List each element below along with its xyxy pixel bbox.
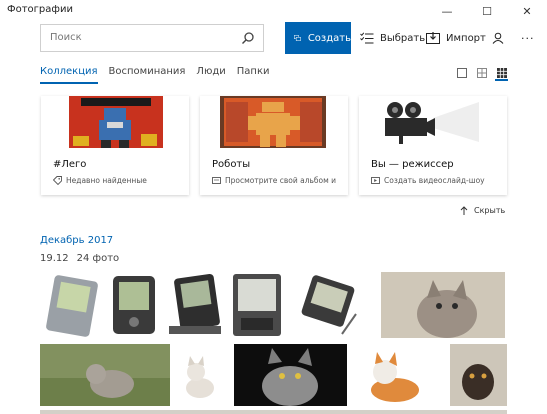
photo-tile[interactable] <box>227 272 288 338</box>
card-subtitle-text: Создать видеослайд-шоу <box>384 176 485 185</box>
photo-tile[interactable] <box>450 344 507 406</box>
day-header: 19.12 24 фото <box>40 253 119 264</box>
small-tiles-icon <box>496 67 507 78</box>
maximize-button[interactable]: ☐ <box>467 0 507 22</box>
import-button[interactable]: Импорт <box>426 22 486 54</box>
person-icon <box>492 32 504 44</box>
lego-card[interactable]: #Лего Недавно найденные <box>41 96 189 195</box>
director-card[interactable]: Вы — режиссер Создать видеослайд-шоу <box>359 96 507 195</box>
medium-tiles-icon <box>476 67 487 78</box>
photo-tile[interactable] <box>234 344 347 406</box>
photo-tile[interactable] <box>381 272 505 338</box>
import-label: Импорт <box>446 32 486 44</box>
close-button[interactable]: ✕ <box>507 0 547 22</box>
album-icon <box>212 177 221 184</box>
more-icon: ··· <box>521 31 535 45</box>
tab-people[interactable]: Люди <box>196 66 225 84</box>
minimize-button[interactable]: — <box>427 0 467 22</box>
import-icon <box>426 32 440 44</box>
tab-folders[interactable]: Папки <box>237 66 270 84</box>
photo-tile[interactable] <box>40 344 170 406</box>
day-date: 19.12 <box>40 253 69 264</box>
photo-tile[interactable] <box>163 272 225 338</box>
photo-tile[interactable] <box>40 410 507 414</box>
create-icon <box>294 35 301 41</box>
minimize-icon: — <box>441 4 453 18</box>
card-subtitle: Недавно найденные <box>53 176 147 185</box>
section-tabs: Коллекция Воспоминания Люди Папки <box>40 66 281 84</box>
photo-tile[interactable] <box>290 272 379 338</box>
view-small-button[interactable] <box>495 66 508 81</box>
select-label: Выбрать <box>380 32 426 44</box>
arrow-up-icon <box>460 206 468 215</box>
month-header[interactable]: Декабрь 2017 <box>40 235 113 246</box>
select-button[interactable]: Выбрать <box>360 22 425 54</box>
close-icon: ✕ <box>522 4 532 18</box>
search-icon[interactable] <box>241 31 255 45</box>
view-large-button[interactable] <box>455 66 468 79</box>
account-button[interactable] <box>492 22 510 54</box>
card-title: #Лего <box>53 159 87 170</box>
photo-tile[interactable] <box>40 272 105 338</box>
search-placeholder: Поиск <box>50 32 82 43</box>
hide-label: Скрыть <box>474 206 506 215</box>
card-title: Роботы <box>212 159 251 170</box>
day-photo-count: 24 фото <box>76 253 120 264</box>
search-input[interactable]: Поиск <box>40 24 264 52</box>
card-subtitle-text: Просмотрите свой альбом и <box>225 176 337 185</box>
more-button[interactable]: ··· <box>521 22 535 54</box>
hide-button[interactable]: Скрыть <box>460 206 505 215</box>
photo-tile[interactable] <box>107 272 161 338</box>
tab-memories[interactable]: Воспоминания <box>109 66 186 84</box>
create-button[interactable]: Создать <box>285 22 351 54</box>
card-subtitle: Создать видеослайд-шоу <box>371 176 485 185</box>
large-tiles-icon <box>456 67 467 78</box>
title-bar: Фотографии — ☐ ✕ <box>0 0 547 22</box>
create-label: Создать <box>307 32 351 44</box>
photo-tile[interactable] <box>351 344 448 406</box>
robots-thumbnail <box>200 96 348 151</box>
maximize-icon: ☐ <box>482 4 492 18</box>
app-title: Фотографии <box>7 4 73 15</box>
view-medium-button[interactable] <box>475 66 488 79</box>
lego-thumbnail <box>41 96 189 151</box>
card-title: Вы — режиссер <box>371 159 454 170</box>
card-subtitle: Просмотрите свой альбом и <box>212 176 336 185</box>
director-thumbnail <box>359 96 507 151</box>
select-list-icon <box>360 32 374 44</box>
video-icon <box>371 177 380 184</box>
card-subtitle-text: Недавно найденные <box>66 176 147 185</box>
tab-collection[interactable]: Коллекция <box>40 66 98 84</box>
tag-icon <box>53 176 62 185</box>
photo-tile[interactable] <box>172 344 230 406</box>
robots-card[interactable]: Роботы Просмотрите свой альбом и <box>200 96 348 195</box>
